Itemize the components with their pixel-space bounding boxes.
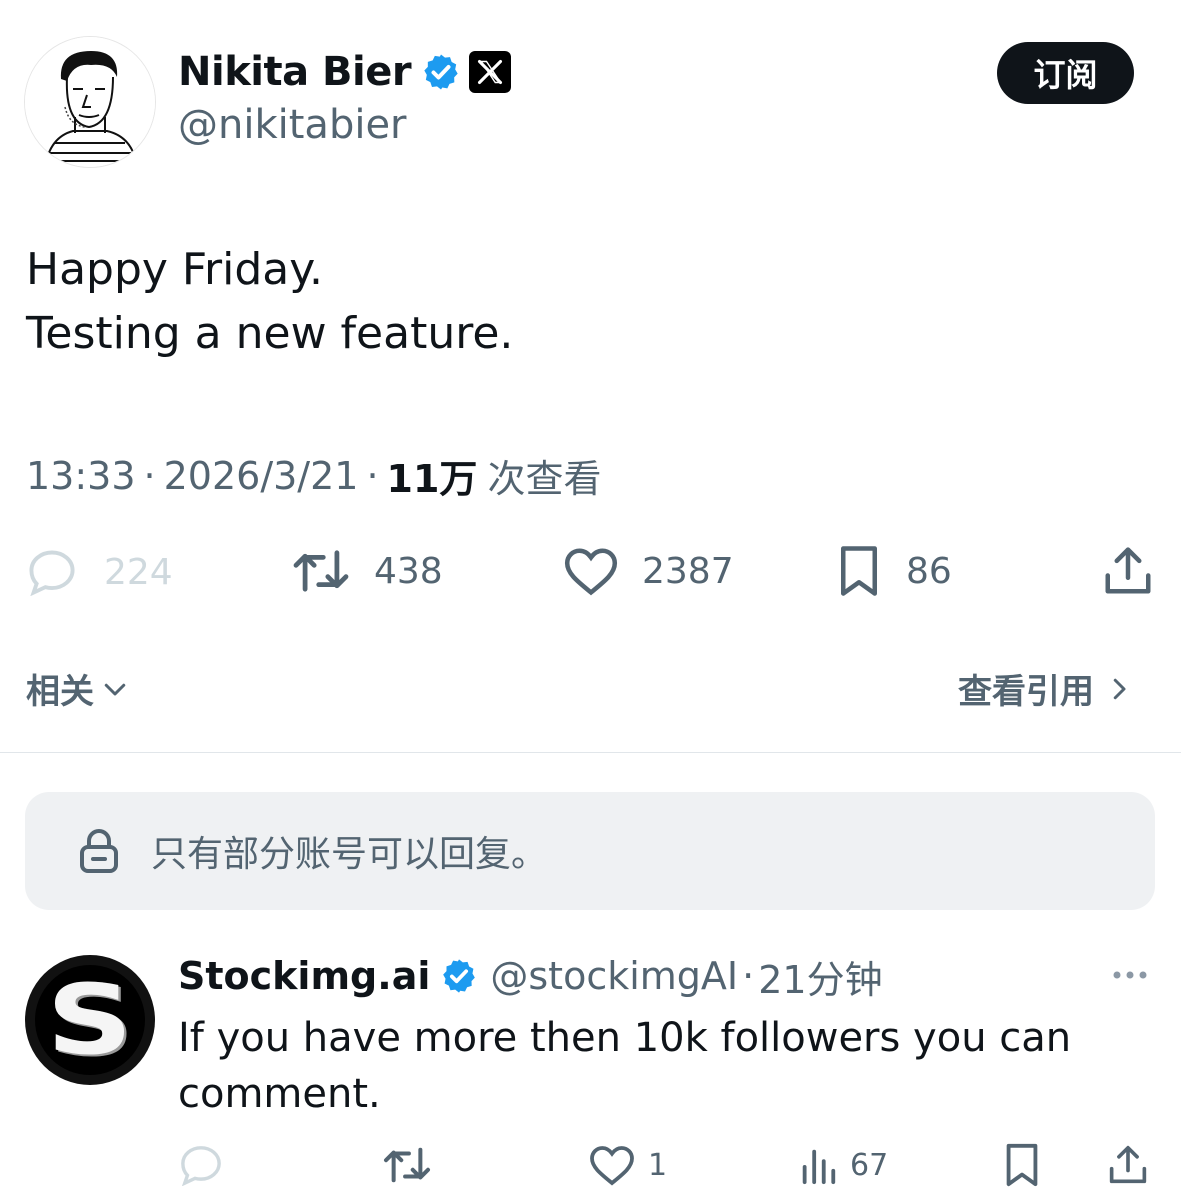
stockimg-logo-letter: S (46, 965, 134, 1075)
verified-badge-icon (443, 959, 476, 993)
reply-view-count: 67 (850, 1147, 889, 1183)
reply-author-handle[interactable]: @stockimgAI (490, 954, 738, 998)
tweet-text: Happy Friday. Testing a new feature. (26, 238, 1146, 366)
related-label: 相关 (26, 672, 94, 712)
retweet-button[interactable]: 438 (290, 546, 443, 596)
view-label: 次查看 (487, 457, 602, 501)
reply-text: If you have more then 10k followers you … (178, 1015, 1072, 1117)
reply-restriction-text: 只有部分账号可以回复。 (151, 834, 548, 875)
retweet-icon (293, 550, 349, 592)
tweet-line: Testing a new feature. (26, 308, 514, 359)
view-quotes-link[interactable]: 查看引用 (958, 664, 1134, 713)
reply-retweet-button[interactable] (382, 1144, 432, 1186)
reply-bookmark-button[interactable] (1002, 1142, 1042, 1188)
tweet-meta: 13:33 · 2026/3/21 · 11万 次查看 (26, 448, 601, 503)
verified-badge-icon (424, 54, 458, 90)
view-quotes-label: 查看引用 (958, 672, 1094, 712)
stockimg-logo: S (35, 965, 145, 1075)
reply-header: Stockimg.ai @stockimgAI · 21分钟 (178, 950, 883, 1002)
share-icon (1105, 547, 1151, 594)
reply-count: 224 (104, 551, 173, 593)
divider (0, 752, 1181, 753)
tweet-line: Happy Friday. (26, 244, 323, 295)
reply-time[interactable]: 21分钟 (758, 949, 882, 1004)
avatar-portrait-image (25, 37, 155, 167)
author-name[interactable]: Nikita Bier (178, 49, 412, 95)
separator-dot: · (366, 453, 379, 498)
reply-like-button[interactable]: 1 (588, 1144, 667, 1186)
heart-icon (590, 1146, 634, 1186)
lock-icon (80, 829, 118, 873)
reply-like-count: 1 (648, 1147, 668, 1183)
reply-icon (181, 1146, 221, 1186)
like-button[interactable]: 2387 (562, 546, 734, 596)
analytics-icon (802, 1149, 836, 1185)
more-options-icon[interactable] (1110, 960, 1150, 990)
reply-restriction-notice: 只有部分账号可以回复。 (25, 792, 1155, 910)
subscribe-button[interactable]: 订阅 (997, 42, 1134, 104)
tweet-time[interactable]: 13:33 (26, 454, 136, 498)
reply-button[interactable]: 224 (26, 548, 173, 596)
separator-dot: · (742, 954, 755, 998)
reply-author-avatar[interactable]: S (25, 955, 155, 1085)
like-count: 2387 (642, 550, 734, 592)
author-name-row: Nikita Bier (178, 46, 512, 98)
related-dropdown[interactable]: 相关 (26, 664, 130, 713)
bookmark-button[interactable]: 86 (834, 544, 952, 598)
reply-icon (29, 550, 75, 596)
bookmark-count: 86 (906, 550, 952, 592)
reply-author-name[interactable]: Stockimg.ai (178, 954, 430, 998)
reply-reply-button[interactable] (178, 1144, 224, 1186)
chevron-right-icon (1113, 678, 1126, 699)
share-button[interactable] (1102, 544, 1154, 598)
heart-icon (564, 548, 618, 596)
reply-share-button[interactable] (1108, 1142, 1148, 1188)
retweet-count: 438 (374, 550, 443, 592)
chevron-down-icon (104, 683, 126, 695)
bookmark-icon (1006, 1143, 1038, 1187)
retweet-icon (383, 1147, 431, 1183)
tweet-date[interactable]: 2026/3/21 (164, 454, 359, 498)
author-avatar[interactable] (24, 36, 156, 168)
author-handle[interactable]: @nikitabier (178, 102, 407, 148)
share-icon (1109, 1145, 1147, 1184)
x-logo-icon (469, 51, 512, 93)
separator-dot: · (143, 453, 156, 498)
view-count: 11万 (386, 457, 478, 501)
reply-views-button[interactable]: 67 (798, 1144, 888, 1186)
bookmark-icon (841, 546, 877, 596)
